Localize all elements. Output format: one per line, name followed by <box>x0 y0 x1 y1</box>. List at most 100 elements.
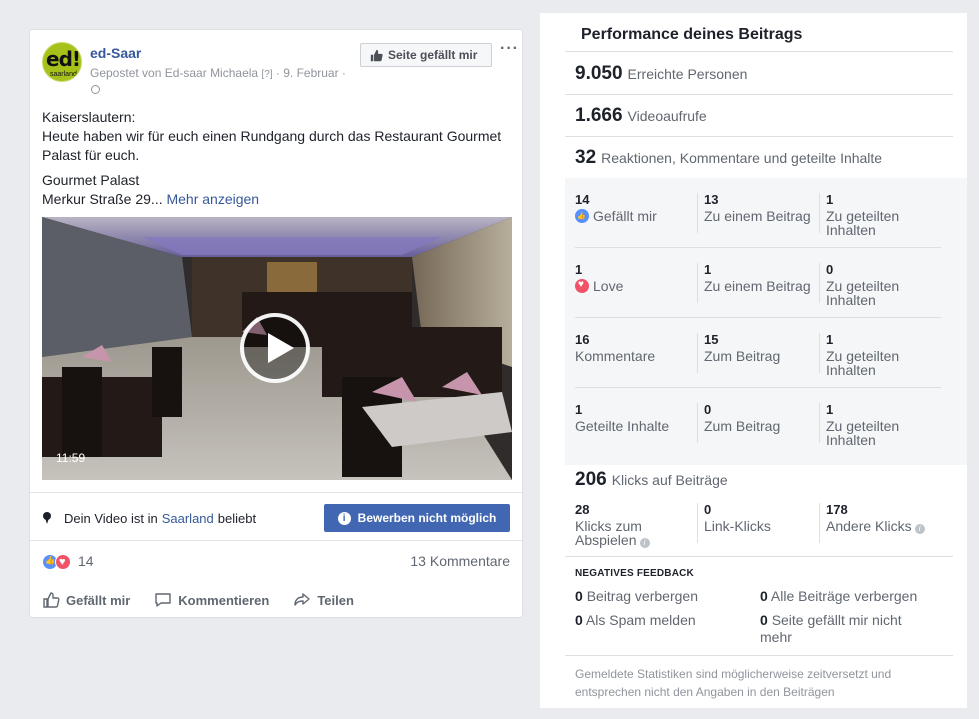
comments-shared-label: Zu geteilten Inhalten <box>826 348 900 378</box>
comment-button[interactable]: Kommentieren <box>154 588 269 612</box>
clicks-number: 206 <box>575 469 607 490</box>
video-duration: 11:59 <box>56 451 86 465</box>
shares-cell: 1 Geteilte Inhalte <box>575 402 695 434</box>
love-shared-number: 0 <box>826 262 834 277</box>
neg-spam-number: 0 <box>575 612 583 628</box>
shares-post-label: Zum Beitrag <box>704 418 781 434</box>
comments-shared-cell: 1 Zu geteilten Inhalten <box>826 332 941 378</box>
comment-count[interactable]: 13 Kommentare <box>410 553 510 569</box>
comments-post-label: Zum Beitrag <box>704 348 781 364</box>
comments-shared-number: 1 <box>826 332 834 347</box>
other-clicks-cell: 178 Andere Klicks i <box>826 503 956 534</box>
neg-hide-all: 0 Alle Beiträge verbergen <box>760 588 955 605</box>
like-page-label: Seite gefällt mir <box>388 48 478 62</box>
engagement-stat: 32 Reaktionen, Kommentare und geteilte In… <box>575 147 882 169</box>
like-page-button[interactable]: Seite gefällt mir <box>360 43 492 67</box>
link-clicks-number: 0 <box>704 502 712 517</box>
page-name-link[interactable]: ed-Saar <box>90 45 141 61</box>
reaction-count[interactable]: 14 <box>78 553 94 569</box>
post-text-line: Heute haben wir für euch einen Rundgang … <box>42 128 502 163</box>
share-button[interactable]: Teilen <box>293 588 354 612</box>
likes-shared-number: 1 <box>826 192 834 207</box>
avatar-logo-text: ed! <box>46 47 81 71</box>
likes-post-number: 13 <box>704 192 719 207</box>
like-reaction-icon <box>575 209 589 224</box>
page-avatar[interactable]: ed! saarland <box>42 42 82 82</box>
views-number: 1.666 <box>575 105 623 126</box>
more-options-icon[interactable]: ··· <box>500 40 519 58</box>
neg-unlike-number: 0 <box>760 612 768 628</box>
likes-post-label: Zu einem Beitrag <box>704 208 811 224</box>
play-clicks-cell: 28 Klicks zum Abspielen i <box>575 503 685 548</box>
see-more-link[interactable]: Mehr anzeigen <box>166 191 259 207</box>
row-divider <box>575 247 941 248</box>
comment-label: Kommentieren <box>178 592 270 608</box>
cell-divider <box>697 403 698 443</box>
location-row: Dein Video ist in Saarland beliebt i Bew… <box>42 504 510 532</box>
likes-shared-cell: 1 Zu geteilten Inhalten <box>826 192 941 238</box>
play-clicks-label: Klicks zum Abspielen <box>575 518 642 548</box>
help-link[interactable]: [?] <box>261 69 272 80</box>
location-link[interactable]: Saarland <box>162 511 214 526</box>
views-stat: 1.666 Videoaufrufe <box>575 105 707 127</box>
likes-shared-label: Zu geteilten Inhalten <box>826 208 900 238</box>
play-clicks-number: 28 <box>575 502 590 517</box>
post-text-line: Gourmet Palast <box>42 172 140 188</box>
likes-post-cell: 13 Zu einem Beitrag <box>704 192 819 224</box>
post-card: ed! saarland ed-Saar Gepostet von Ed-saa… <box>29 29 523 618</box>
love-label: Love <box>593 278 624 294</box>
other-clicks-label: Andere Klicks <box>826 518 912 534</box>
neg-unlike-label: Seite gefällt mir nicht mehr <box>760 612 902 645</box>
divider <box>565 51 953 52</box>
post-date[interactable]: · 9. Februar · <box>276 66 346 80</box>
neg-hide-post: 0 Beitrag verbergen <box>575 588 755 605</box>
cell-divider <box>697 503 698 543</box>
comments-label: Kommentare <box>575 348 656 364</box>
comment-icon <box>155 593 171 607</box>
info-icon[interactable]: i <box>914 524 925 534</box>
divider <box>30 492 522 493</box>
post-actions: Gefällt mir Kommentieren Teilen <box>42 588 510 612</box>
share-label: Teilen <box>317 592 354 608</box>
shares-post-number: 0 <box>704 402 712 417</box>
like-button[interactable]: Gefällt mir <box>42 588 130 612</box>
post-text: Kaiserslautern: Heute haben wir für euch … <box>42 108 512 215</box>
shares-number: 1 <box>575 402 583 417</box>
play-icon[interactable] <box>240 313 310 383</box>
likes-number: 14 <box>575 192 590 207</box>
divider <box>30 540 522 541</box>
location-prefix: Dein Video ist in <box>64 510 158 526</box>
post-text-line: Merkur Straße 29... <box>42 191 163 207</box>
love-reaction-icon <box>55 554 71 570</box>
avatar-logo-subtext: saarland <box>50 71 77 78</box>
reach-number: 9.050 <box>575 63 623 84</box>
link-clicks-label: Link-Klicks <box>704 518 771 534</box>
divider <box>565 94 953 95</box>
comments-post-cell: 15 Zum Beitrag <box>704 333 819 364</box>
post-text-line: Kaiserslautern: <box>42 109 136 125</box>
engagement-breakdown: 14 Gefällt mir 13 Zu einem Beitrag 1 Zu … <box>565 178 967 465</box>
location-suffix: beliebt <box>217 510 257 526</box>
share-icon <box>294 593 311 606</box>
boost-button[interactable]: i Bewerben nicht möglich <box>324 504 510 532</box>
engagement-label: Reaktionen, Kommentare und geteilte Inha… <box>601 150 883 166</box>
boost-label: Bewerben nicht möglich <box>357 511 497 525</box>
location-pin-icon <box>42 512 52 524</box>
comments-number: 16 <box>575 332 590 347</box>
shares-post-cell: 0 Zum Beitrag <box>704 402 819 434</box>
love-shared-label: Zu geteilten Inhalten <box>826 278 900 308</box>
negative-feedback-title: NEGATIVES FEEDBACK <box>575 568 694 579</box>
neg-hide-post-label: Beitrag verbergen <box>586 588 698 604</box>
cell-divider <box>697 333 698 373</box>
divider <box>565 655 953 656</box>
neg-unlike: 0 Seite gefällt mir nicht mehr <box>760 612 930 646</box>
reactions-summary[interactable]: 14 13 Kommentare <box>42 552 510 572</box>
comments-cell: 16 Kommentare <box>575 332 685 364</box>
info-icon[interactable]: i <box>639 538 650 548</box>
video-player[interactable]: 11:59 <box>42 217 512 480</box>
love-shared-cell: 0 Zu geteilten Inhalten <box>826 262 941 308</box>
cell-divider <box>819 403 820 443</box>
insights-panel: Performance deines Beitrags 9.050 Erreich… <box>540 13 967 708</box>
post-author: Gepostet von Ed-saar Michaela <box>90 66 259 80</box>
likes-label: Gefällt mir <box>593 208 657 224</box>
